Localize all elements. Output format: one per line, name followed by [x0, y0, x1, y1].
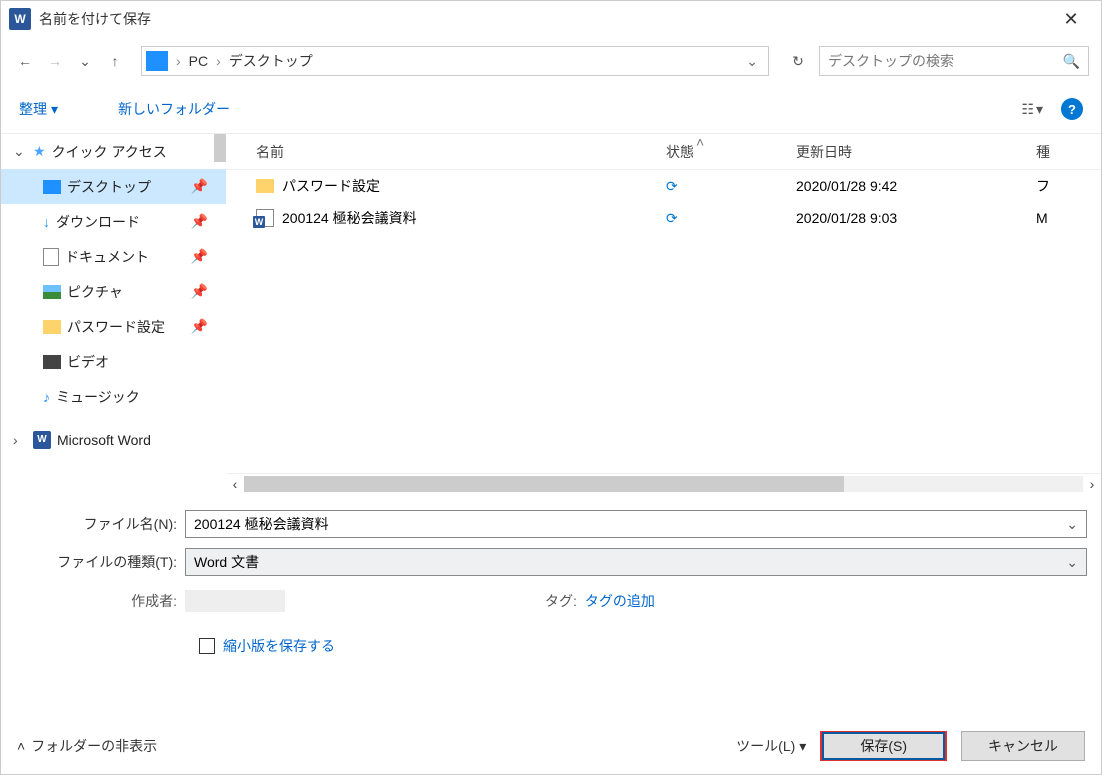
sidebar: ⌄ ★ クイック アクセス デスクトップ 📌 ↓ ダウンロード 📌 ドキュメント…: [1, 134, 226, 493]
toolbar: 整理▾ 新しいフォルダー ☷ ▾ ?: [1, 85, 1101, 133]
word-icon: W: [33, 431, 51, 449]
picture-icon: [43, 285, 61, 299]
horizontal-scrollbar[interactable]: ‹ ›: [226, 473, 1101, 493]
filename-input[interactable]: 200124 極秘会議資料 ⌄: [185, 510, 1087, 538]
close-icon[interactable]: ✕: [1049, 9, 1093, 30]
tag-label: タグ:: [545, 591, 577, 611]
download-icon: ↓: [43, 214, 50, 230]
form-area: ファイル名(N): 200124 極秘会議資料 ⌄ ファイルの種類(T): Wo…: [1, 493, 1101, 683]
organize-menu[interactable]: 整理▾: [19, 99, 58, 119]
view-icon: ☷: [1021, 101, 1034, 118]
star-icon: ★: [33, 143, 46, 160]
sidebar-item-passwords[interactable]: パスワード設定 📌: [1, 309, 226, 344]
chevron-down-icon: ▾: [51, 101, 58, 118]
recent-dropdown-icon[interactable]: ⌄: [73, 49, 97, 73]
author-field[interactable]: [185, 590, 285, 612]
pin-icon: 📌: [191, 318, 208, 335]
folder-icon: [256, 179, 274, 193]
filetype-label: ファイルの種類(T):: [15, 552, 185, 572]
video-icon: [43, 355, 61, 369]
thispc-icon: [146, 51, 168, 71]
sync-icon: ⟳: [666, 210, 678, 226]
add-tag-link[interactable]: タグの追加: [585, 591, 655, 611]
hide-folders-button[interactable]: ˄ フォルダーの非表示: [17, 736, 157, 756]
chevron-down-icon[interactable]: ⌄: [1066, 554, 1078, 571]
forward-icon: →: [43, 49, 67, 73]
search-icon[interactable]: 🔍: [1063, 53, 1080, 70]
col-name[interactable]: 名前: [226, 142, 666, 162]
sidebar-item-music[interactable]: ♪ ミュージック: [1, 379, 226, 414]
collapse-icon[interactable]: ⌄: [13, 143, 27, 160]
sync-icon: ⟳: [666, 178, 678, 194]
scroll-thumb[interactable]: [244, 476, 844, 492]
main-area: ⌄ ★ クイック アクセス デスクトップ 📌 ↓ ダウンロード 📌 ドキュメント…: [1, 133, 1101, 493]
chevron-down-icon[interactable]: ⌄: [1066, 516, 1078, 533]
breadcrumb-folder[interactable]: デスクトップ: [223, 51, 319, 71]
address-bar[interactable]: › PC › デスクトップ ⌄: [141, 46, 769, 76]
list-item[interactable]: パスワード設定 ⟳ 2020/01/28 9:42 フ: [226, 170, 1101, 202]
cancel-button[interactable]: キャンセル: [961, 731, 1085, 761]
pin-icon: 📌: [191, 213, 208, 230]
col-date[interactable]: 更新日時: [796, 142, 1036, 162]
thumbnail-label[interactable]: 縮小版を保存する: [223, 636, 335, 656]
document-icon: [43, 248, 59, 266]
column-headers[interactable]: ˄ 名前 状態 更新日時 種: [226, 134, 1101, 170]
scroll-right-icon[interactable]: ›: [1083, 476, 1101, 492]
window-title: 名前を付けて保存: [39, 9, 151, 29]
sidebar-item-desktop[interactable]: デスクトップ 📌: [1, 169, 226, 204]
search-placeholder: デスクトップの検索: [828, 51, 954, 71]
sidebar-item-downloads[interactable]: ↓ ダウンロード 📌: [1, 204, 226, 239]
address-dropdown-icon[interactable]: ⌄: [740, 53, 764, 70]
filename-label: ファイル名(N):: [15, 514, 185, 534]
sidebar-item-word[interactable]: › W Microsoft Word: [1, 422, 226, 457]
word-doc-icon: [256, 209, 274, 227]
thumbnail-checkbox[interactable]: [199, 638, 215, 654]
breadcrumb-sep: ›: [174, 53, 183, 69]
folder-icon: [43, 320, 61, 334]
word-app-icon: W: [9, 8, 31, 30]
titlebar: W 名前を付けて保存 ✕: [1, 1, 1101, 37]
breadcrumb-sep: ›: [214, 53, 223, 69]
sidebar-scrollbar[interactable]: [214, 134, 226, 162]
music-icon: ♪: [43, 389, 50, 405]
save-button[interactable]: 保存(S): [820, 731, 947, 761]
refresh-icon[interactable]: ↻: [783, 46, 813, 76]
pin-icon: 📌: [191, 283, 208, 300]
sidebar-item-documents[interactable]: ドキュメント 📌: [1, 239, 226, 274]
scroll-left-icon[interactable]: ‹: [226, 476, 244, 492]
up-icon[interactable]: ↑: [103, 49, 127, 73]
author-label: 作成者:: [15, 591, 185, 611]
view-options-button[interactable]: ☷ ▾: [1021, 101, 1043, 118]
sidebar-quick-access[interactable]: ⌄ ★ クイック アクセス: [1, 134, 226, 169]
chevron-down-icon: ▾: [1036, 101, 1043, 118]
scroll-track[interactable]: [244, 476, 1083, 492]
sidebar-item-pictures[interactable]: ピクチャ 📌: [1, 274, 226, 309]
pin-icon: 📌: [191, 248, 208, 265]
expand-icon[interactable]: ›: [13, 432, 27, 448]
filetype-select[interactable]: Word 文書 ⌄: [185, 548, 1087, 576]
sidebar-item-videos[interactable]: ビデオ: [1, 344, 226, 379]
chevron-up-icon: ˄: [17, 738, 25, 754]
help-icon[interactable]: ?: [1061, 98, 1083, 120]
footer: ˄ フォルダーの非表示 ツール(L) ▾ 保存(S) キャンセル: [1, 718, 1101, 774]
tools-menu[interactable]: ツール(L) ▾: [736, 736, 806, 756]
new-folder-button[interactable]: 新しいフォルダー: [118, 99, 230, 119]
search-input[interactable]: デスクトップの検索 🔍: [819, 46, 1089, 76]
pin-icon: 📌: [191, 178, 208, 195]
back-icon[interactable]: ←: [13, 49, 37, 73]
file-pane: ˄ 名前 状態 更新日時 種 パスワード設定 ⟳ 2020/01/28 9:42…: [226, 134, 1101, 493]
folder-icon: [43, 180, 61, 194]
col-state[interactable]: 状態: [666, 142, 796, 162]
sort-indicator-icon: ˄: [696, 134, 704, 150]
col-type[interactable]: 種: [1036, 142, 1101, 162]
chevron-down-icon: ▾: [799, 738, 806, 755]
breadcrumb-pc[interactable]: PC: [183, 53, 214, 69]
navigation-bar: ← → ⌄ ↑ › PC › デスクトップ ⌄ ↻ デスクトップの検索 🔍: [1, 37, 1101, 85]
list-item[interactable]: 200124 極秘会議資料 ⟳ 2020/01/28 9:03 M: [226, 202, 1101, 234]
